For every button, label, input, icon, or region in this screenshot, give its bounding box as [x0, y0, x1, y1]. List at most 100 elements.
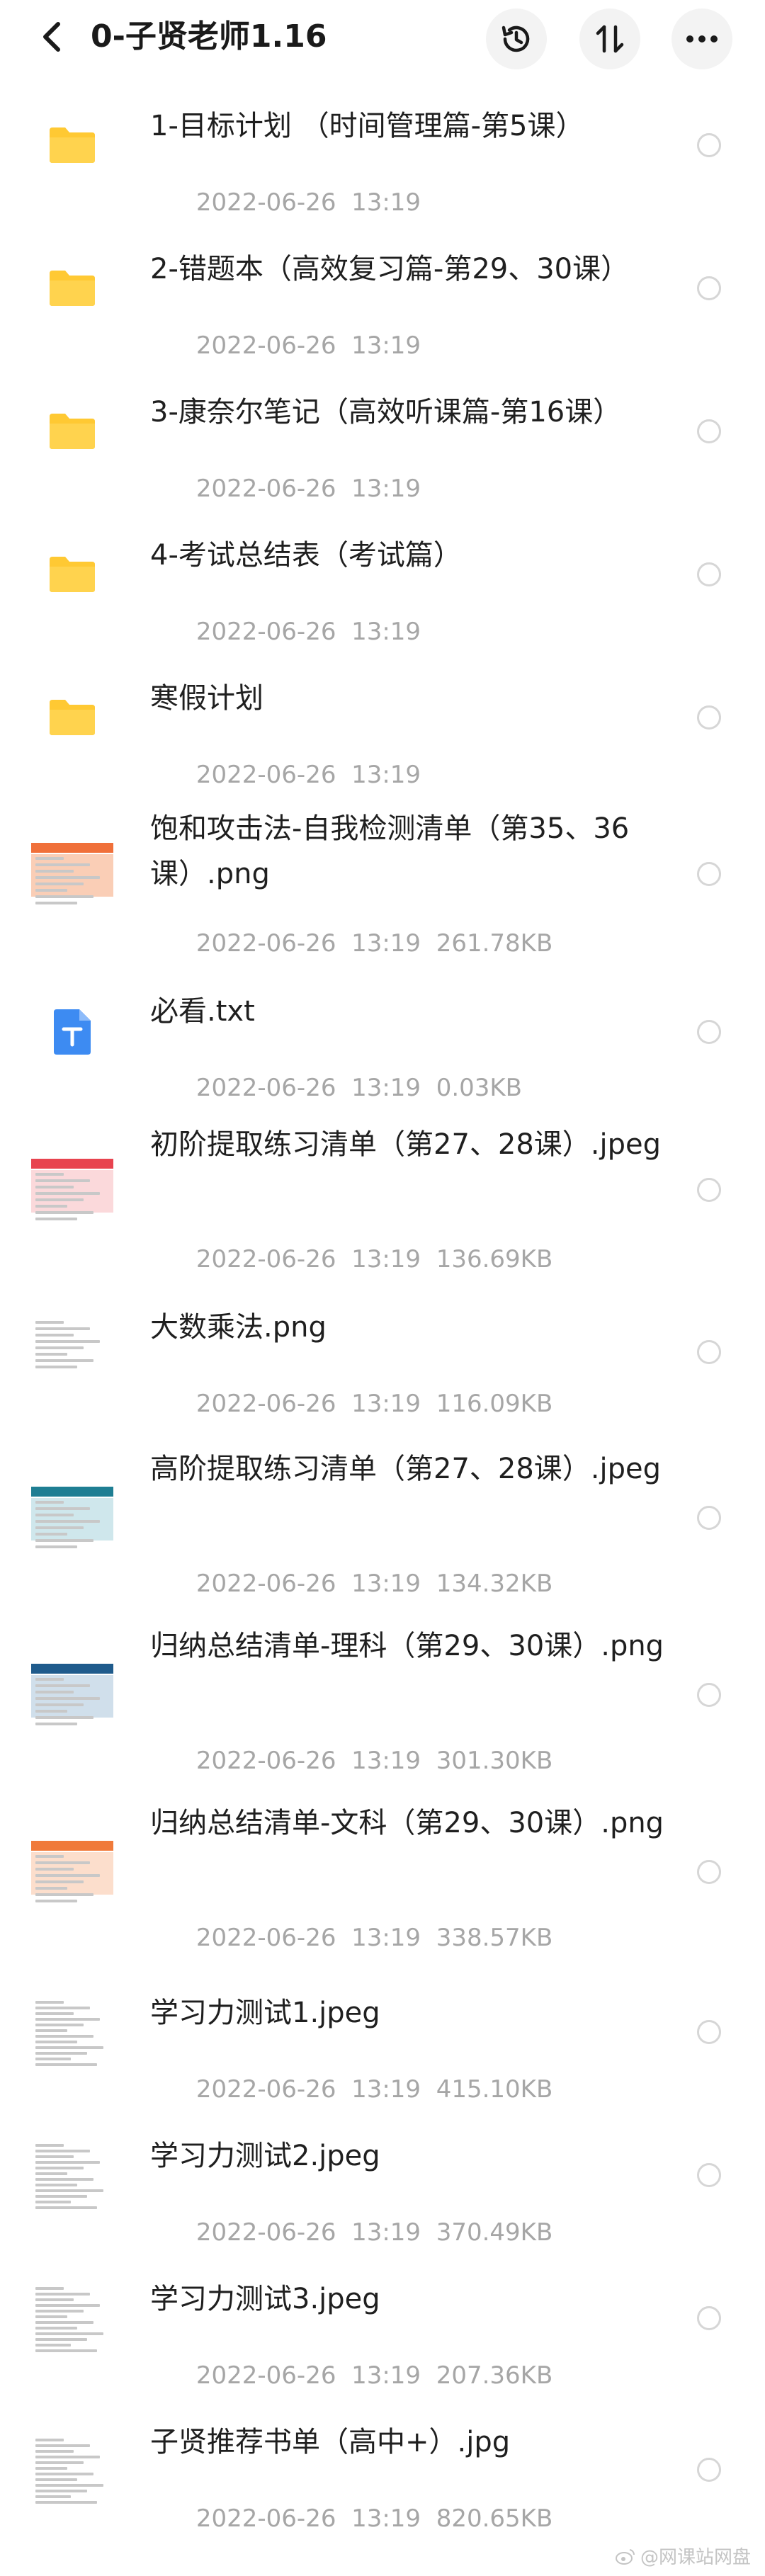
folder-row[interactable]: 3-康奈尔笔记（高效听课篇-第16课） 2022-06-26 13:19 — [0, 360, 765, 503]
image-thumbnail — [31, 1477, 113, 1559]
file-thumbnail — [28, 244, 116, 332]
file-thumbnail — [28, 530, 116, 618]
file-row[interactable]: 子贤推荐书单（高中+）.jpg 2022-06-26 13:19 820.65K… — [0, 2390, 765, 2550]
history-button[interactable] — [486, 8, 547, 69]
file-thumbnail — [28, 674, 116, 761]
file-name: 学习力测试3.jpeg — [150, 2283, 380, 2315]
watermark-text: @网课站网盘 — [640, 2547, 751, 2568]
file-name: 初阶提取练习清单（第27、28课）.jpeg — [150, 1128, 662, 1161]
file-thumbnail — [28, 2426, 116, 2514]
image-thumbnail — [31, 833, 113, 915]
file-name: 1-目标计划 （时间管理篇-第5课） — [150, 110, 584, 142]
file-row[interactable]: 高阶提取练习清单（第27、28课）.jpeg 2022-06-26 13:19 … — [0, 1429, 765, 1606]
file-date: 2022-06-26 13:19 — [196, 1390, 421, 1418]
file-row[interactable]: 学习力测试3.jpeg 2022-06-26 13:19 207.36KB — [0, 2247, 765, 2390]
file-row[interactable]: 学习力测试2.jpeg 2022-06-26 13:19 370.49KB — [0, 2104, 765, 2247]
file-size: 136.69KB — [436, 1245, 553, 1273]
file-size: 261.78KB — [436, 929, 553, 958]
file-date: 2022-06-26 13:19 — [196, 929, 421, 958]
select-radio[interactable] — [697, 276, 721, 300]
weibo-logo-icon — [615, 2548, 635, 2565]
file-row[interactable]: 归纳总结清单-理科（第29、30课）.png 2022-06-26 13:19 … — [0, 1606, 765, 1783]
file-thumbnail — [28, 988, 116, 1076]
txt-file-icon — [54, 1009, 91, 1055]
file-size: 415.10KB — [436, 2075, 553, 2104]
select-radio[interactable] — [697, 562, 721, 586]
select-radio[interactable] — [697, 2306, 721, 2330]
more-button[interactable] — [672, 8, 732, 69]
file-thumbnail — [28, 1828, 116, 1916]
more-icon — [686, 35, 718, 42]
select-radio[interactable] — [697, 862, 721, 886]
file-row[interactable]: 必看.txt 2022-06-26 13:19 0.03KB — [0, 959, 765, 1105]
file-thumbnail — [28, 1308, 116, 1396]
file-date: 2022-06-26 13:19 — [196, 2504, 421, 2533]
folder-icon — [50, 414, 95, 449]
file-row[interactable]: 学习力测试1.jpeg 2022-06-26 13:19 415.10KB — [0, 1961, 765, 2104]
file-row[interactable]: 大数乘法.png 2022-06-26 13:19 116.09KB — [0, 1275, 765, 1429]
file-date: 2022-06-26 13:19 — [196, 2218, 421, 2247]
chevron-left-icon — [43, 22, 60, 52]
file-name: 高阶提取练习清单（第27、28课）.jpeg — [150, 1453, 662, 1485]
file-name: 饱和攻击法-自我检测清单（第35、36课）.png — [150, 812, 630, 890]
select-radio[interactable] — [697, 2163, 721, 2187]
select-radio[interactable] — [697, 2458, 721, 2482]
watermark: @网课站网盘 — [615, 2543, 751, 2569]
select-radio[interactable] — [697, 1506, 721, 1530]
select-radio[interactable] — [697, 1340, 721, 1364]
image-thumbnail — [31, 1149, 113, 1231]
page-title: 0-子贤老师1.16 — [91, 18, 327, 55]
file-name: 大数乘法.png — [150, 1311, 327, 1344]
folder-row[interactable]: 2-错题本（高效复习篇-第29、30课） 2022-06-26 13:19 — [0, 217, 765, 360]
file-date: 2022-06-26 13:19 — [196, 331, 421, 360]
file-row[interactable]: 初阶提取练习清单（第27、28课）.jpeg 2022-06-26 13:19 … — [0, 1105, 765, 1275]
file-date: 2022-06-26 13:19 — [196, 1924, 421, 1952]
back-button[interactable] — [33, 17, 72, 57]
sort-button[interactable] — [579, 8, 640, 69]
folder-row[interactable]: 寒假计划 2022-06-26 13:19 — [0, 646, 765, 789]
folder-icon — [50, 557, 95, 592]
file-thumbnail — [28, 387, 116, 475]
file-size: 134.32KB — [436, 1570, 553, 1598]
folder-row[interactable]: 4-考试总结表（考试篇） 2022-06-26 13:19 — [0, 503, 765, 646]
file-size: 820.65KB — [436, 2504, 553, 2533]
folder-row[interactable]: 1-目标计划 （时间管理篇-第5课） 2022-06-26 13:19 — [0, 74, 765, 217]
file-thumbnail — [28, 1651, 116, 1739]
file-thumbnail — [28, 2274, 116, 2362]
image-thumbnail — [31, 2429, 113, 2511]
file-row[interactable]: 归纳总结清单-文科（第29、30课）.png 2022-06-26 13:19 … — [0, 1783, 765, 1961]
image-thumbnail — [31, 1311, 113, 1393]
image-thumbnail — [31, 2134, 113, 2216]
select-radio[interactable] — [697, 1020, 721, 1044]
file-row[interactable]: 饱和攻击法-自我检测清单（第35、36课）.png 2022-06-26 13:… — [0, 789, 765, 959]
file-thumbnail — [28, 1146, 116, 1234]
select-radio[interactable] — [697, 1860, 721, 1884]
file-date: 2022-06-26 13:19 — [196, 1245, 421, 1273]
select-radio[interactable] — [697, 705, 721, 730]
file-name: 学习力测试1.jpeg — [150, 1997, 380, 2029]
file-size: 301.30KB — [436, 1747, 553, 1775]
file-date: 2022-06-26 13:19 — [196, 1074, 421, 1102]
file-name: 2-错题本（高效复习篇-第29、30课） — [150, 253, 630, 285]
top-bar: 0-子贤老师1.16 — [0, 0, 765, 74]
select-radio[interactable] — [697, 1178, 721, 1202]
file-date: 2022-06-26 13:19 — [196, 188, 421, 217]
folder-icon — [50, 127, 95, 163]
select-radio[interactable] — [697, 1683, 721, 1707]
file-meta: 2022-06-26 13:19 820.65KB — [150, 2472, 552, 2565]
image-thumbnail — [31, 1831, 113, 1913]
file-name: 寒假计划 — [150, 682, 264, 715]
file-name: 4-考试总结表（考试篇） — [150, 539, 462, 572]
select-radio[interactable] — [697, 419, 721, 443]
file-thumbnail — [28, 2131, 116, 2219]
file-thumbnail — [28, 1988, 116, 2076]
file-date: 2022-06-26 13:19 — [196, 618, 421, 646]
file-name: 3-康奈尔笔记（高效听课篇-第16课） — [150, 396, 622, 429]
file-size: 338.57KB — [436, 1924, 553, 1952]
image-thumbnail — [31, 1654, 113, 1736]
file-date: 2022-06-26 13:19 — [196, 2361, 421, 2390]
history-icon — [502, 25, 530, 52]
select-radio[interactable] — [697, 2020, 721, 2044]
select-radio[interactable] — [697, 133, 721, 157]
file-size: 0.03KB — [436, 1074, 523, 1102]
